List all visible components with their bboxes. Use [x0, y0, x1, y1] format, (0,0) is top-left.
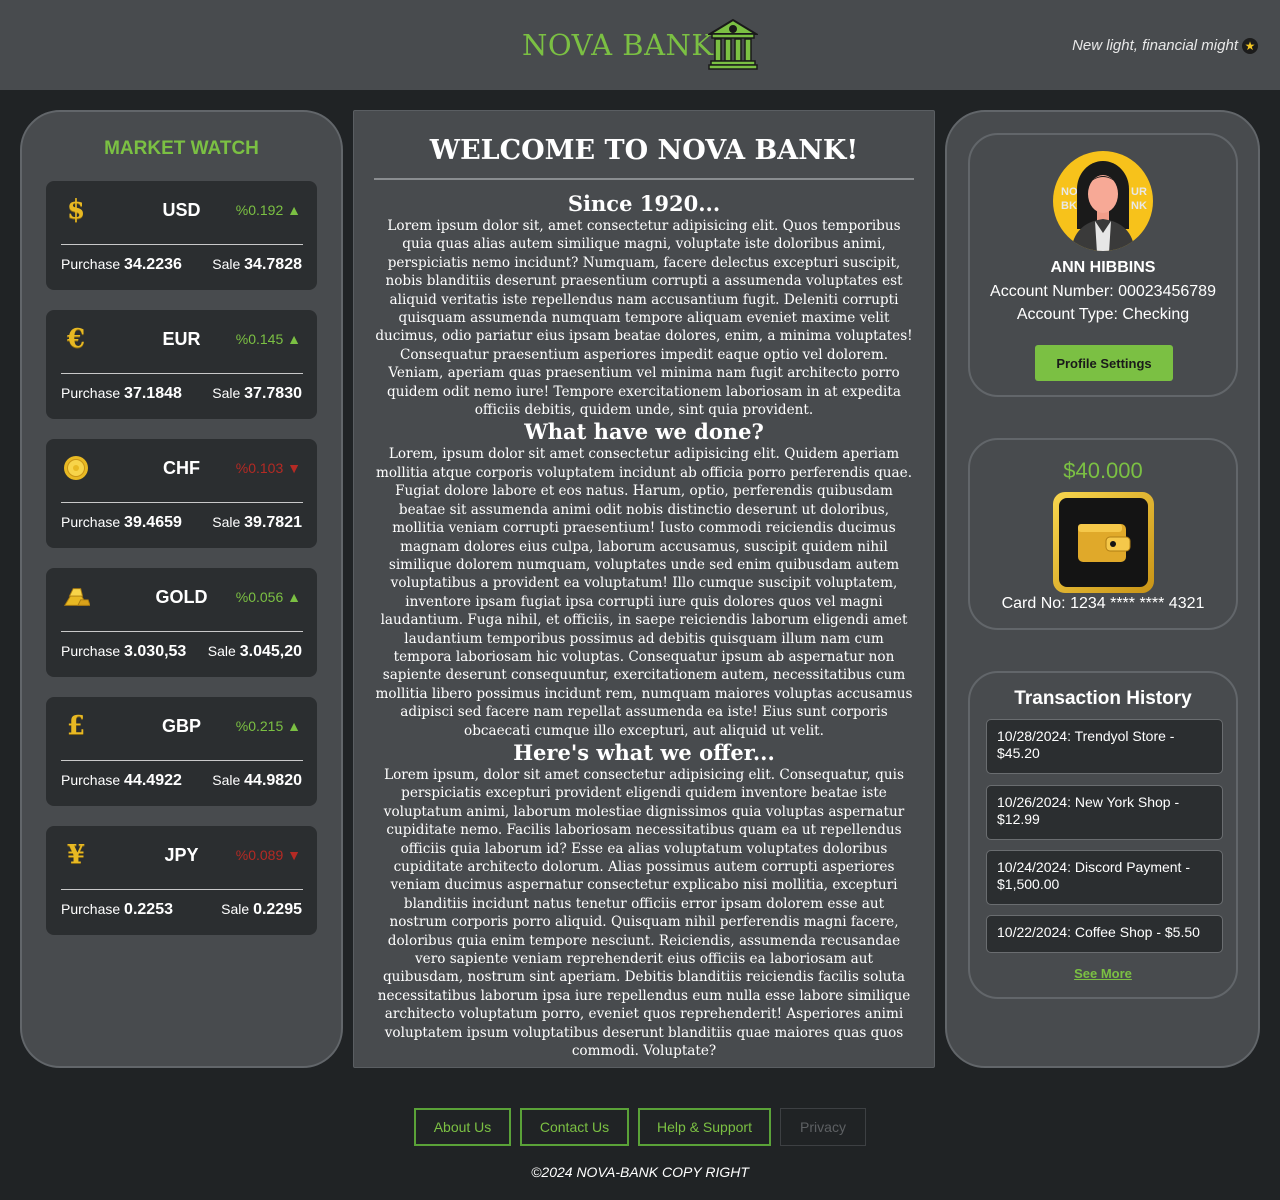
footer-link-privacy[interactable]: Privacy [780, 1108, 866, 1146]
transaction-item[interactable]: 10/24/2024: Discord Payment - $1,500.00 [986, 850, 1223, 905]
transaction-item[interactable]: 10/26/2024: New York Shop - $12.99 [986, 785, 1223, 840]
footer-link-about-us[interactable]: About Us [414, 1108, 511, 1146]
svg-text:NO: NO [1061, 186, 1078, 198]
transaction-item[interactable]: 10/22/2024: Coffee Shop - $5.50 [986, 915, 1223, 953]
purchase-label: Purchase [61, 514, 121, 530]
account-number: Account Number: 00023456789 [990, 283, 1216, 300]
copyright: ©2024 NOVA-BANK COPY RIGHT [531, 1164, 749, 1180]
sale-rate: Sale 37.7830 [212, 385, 302, 403]
article: Since 1920... Lorem ipsum dolor sit, ame… [374, 191, 914, 1060]
sale-value: 39.7821 [244, 514, 302, 531]
section-text: Lorem, ipsum dolor sit amet consectetur … [375, 446, 913, 739]
currency-change: %0.089 ▼ [235, 847, 301, 863]
balance-amount: $40.000 [1063, 458, 1143, 483]
currency-change: %0.215 ▲ [235, 718, 301, 734]
section-heading: Since 1920... [567, 191, 721, 216]
purchase-rate: Purchase 0.2253 [61, 901, 173, 919]
currency-card-jpy[interactable]: ¥ JPY %0.089 ▼ Purchase 0.2253 Sale 0.2295 [46, 826, 317, 935]
currency-card-gbp[interactable]: £ GBP %0.215 ▲ Purchase 44.4922 Sale 44.9820 [46, 697, 317, 806]
sale-value: 44.9820 [244, 772, 302, 789]
purchase-value: 37.1848 [124, 385, 182, 402]
sale-label: Sale [212, 256, 241, 272]
sale-value: 34.7828 [244, 256, 302, 273]
sale-rate: Sale 3.045,20 [208, 643, 302, 661]
page-title: WELCOME TO NOVA BANK! [429, 135, 859, 166]
divider [61, 631, 303, 632]
currency-change: %0.103 ▼ [235, 460, 301, 476]
account-holder-name: ANN HIBBINS [1050, 259, 1156, 276]
section-text: Lorem ipsum, dolor sit amet consectetur … [377, 766, 911, 1060]
purchase-rate: Purchase 39.4659 [61, 514, 182, 532]
section-text: Lorem ipsum dolor sit, amet consectetur … [375, 218, 913, 419]
main-content: WELCOME TO NOVA BANK! Since 1920... Lore… [353, 110, 935, 1068]
divider [61, 889, 303, 890]
see-more-link[interactable]: See More [970, 966, 1236, 981]
sale-value: 3.045,20 [239, 643, 302, 660]
profile-settings-button[interactable]: Profile Settings [1035, 345, 1173, 381]
purchase-label: Purchase [61, 256, 121, 272]
purchase-value: 3.030,53 [124, 643, 187, 660]
purchase-rate: Purchase 34.2236 [61, 256, 182, 274]
purchase-label: Purchase [61, 901, 121, 917]
sale-label: Sale [207, 643, 236, 659]
divider [61, 244, 303, 245]
sale-label: Sale [212, 385, 241, 401]
site-header: NOVA BANK New light, financial might ★ [0, 0, 1280, 90]
divider [61, 760, 303, 761]
tagline-text: New light, financial might [1072, 37, 1238, 54]
purchase-label: Purchase [61, 772, 121, 788]
bank-building-icon [708, 18, 758, 70]
purchase-label: Purchase [61, 643, 121, 659]
sale-rate: Sale 0.2295 [221, 901, 302, 919]
footer-link-contact-us[interactable]: Contact Us [520, 1108, 629, 1146]
purchase-rate: Purchase 37.1848 [61, 385, 182, 403]
currency-card-usd[interactable]: $ USD %0.192 ▲ Purchase 34.2236 Sale 34.7828 [46, 181, 317, 290]
transaction-item[interactable]: 10/28/2024: Trendyol Store - $45.20 [986, 719, 1223, 774]
title-divider [374, 178, 914, 180]
sale-rate: Sale 44.9820 [212, 772, 302, 790]
account-type: Account Type: Checking [1016, 306, 1190, 323]
purchase-rate: Purchase 44.4922 [61, 772, 182, 790]
currency-card-eur[interactable]: € EUR %0.145 ▲ Purchase 37.1848 Sale 37.7830 [46, 310, 317, 419]
transaction-history-card: Transaction History 10/28/2024: Trendyol… [968, 671, 1238, 999]
svg-text:NK: NK [1131, 200, 1147, 212]
currency-card-chf[interactable]: CHF %0.103 ▼ Purchase 39.4659 Sale 39.7821 [46, 439, 317, 548]
market-watch-panel: MARKET WATCH $ USD %0.192 ▲ Purchase 34.223… [20, 110, 343, 1068]
balance-card: $40.000 Card No: 1234 **** **** 4321 [968, 438, 1238, 630]
star-icon: ★ [1242, 37, 1258, 54]
tagline: New light, financial might ★ [1072, 37, 1258, 54]
brand-title[interactable]: NOVA BANK [522, 28, 714, 62]
divider [61, 373, 303, 374]
svg-text:UR: UR [1131, 186, 1147, 198]
sale-rate: Sale 39.7821 [212, 514, 302, 532]
section-heading: What have we done? [524, 419, 764, 445]
market-watch-title: MARKET WATCH [104, 138, 259, 159]
sale-rate: Sale 34.7828 [212, 256, 302, 274]
avatar[interactable]: NO BK UR NK [1051, 149, 1155, 253]
sale-label: Sale [212, 514, 241, 530]
purchase-value: 44.4922 [124, 772, 182, 789]
card-number: Card No: 1234 **** **** 4321 [1001, 595, 1205, 612]
account-panel: NO BK UR NK ANN HIBBINS Account Number: … [945, 110, 1260, 1068]
section-heading: Here's what we offer... [513, 739, 775, 765]
sale-value: 0.2295 [253, 901, 302, 918]
purchase-value: 34.2236 [124, 256, 182, 273]
footer-link-help-support[interactable]: Help & Support [638, 1108, 771, 1146]
sale-value: 37.7830 [244, 385, 302, 402]
sale-label: Sale [221, 901, 250, 917]
purchase-value: 39.4659 [124, 514, 182, 531]
sale-label: Sale [212, 772, 241, 788]
wallet-icon[interactable] [1053, 492, 1154, 593]
purchase-value: 0.2253 [124, 901, 173, 918]
transaction-history-title: Transaction History [1014, 688, 1192, 709]
svg-text:BK: BK [1061, 200, 1077, 212]
divider [61, 502, 303, 503]
currency-change: %0.192 ▲ [235, 202, 301, 218]
profile-card: NO BK UR NK ANN HIBBINS Account Number: … [968, 133, 1238, 397]
currency-change: %0.145 ▲ [235, 331, 301, 347]
currency-change: %0.056 ▲ [235, 589, 301, 605]
currency-card-gold[interactable]: GOLD %0.056 ▲ Purchase 3.030,53 Sale 3.045,… [46, 568, 317, 677]
purchase-rate: Purchase 3.030,53 [61, 643, 186, 661]
purchase-label: Purchase [61, 385, 121, 401]
